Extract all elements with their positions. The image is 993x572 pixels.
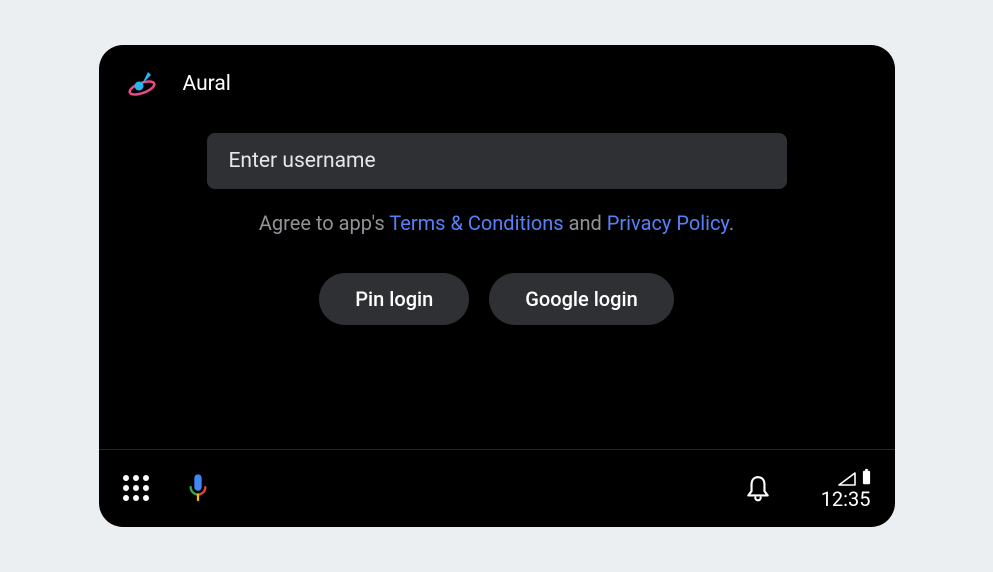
app-title: Aural — [183, 72, 231, 96]
battery-icon — [862, 468, 871, 486]
apps-grid-icon[interactable] — [123, 475, 151, 503]
signal-icon — [838, 472, 856, 486]
google-login-button[interactable]: Google login — [489, 273, 673, 325]
app-header: Aural — [99, 45, 895, 107]
consent-middle: and — [564, 211, 607, 235]
car-display-frame: Aural Agree to app's Terms & Conditions … — [99, 45, 895, 527]
privacy-link[interactable]: Privacy Policy — [607, 211, 729, 235]
status-icons — [838, 468, 871, 486]
terms-link[interactable]: Terms & Conditions — [389, 211, 563, 235]
login-form: Agree to app's Terms & Conditions and Pr… — [99, 107, 895, 449]
login-button-row: Pin login Google login — [319, 273, 673, 325]
username-input[interactable] — [207, 133, 787, 189]
consent-suffix: . — [729, 211, 734, 235]
aural-logo-icon — [127, 69, 157, 99]
consent-prefix: Agree to app's — [259, 211, 389, 235]
clock: 12:35 — [821, 488, 871, 510]
consent-text: Agree to app's Terms & Conditions and Pr… — [259, 211, 734, 235]
notification-bell-icon[interactable] — [745, 475, 771, 503]
status-cluster: 12:35 — [821, 468, 871, 510]
mic-icon[interactable] — [187, 474, 209, 504]
pin-login-button[interactable]: Pin login — [319, 273, 469, 325]
nav-bar: 12:35 — [99, 449, 895, 527]
